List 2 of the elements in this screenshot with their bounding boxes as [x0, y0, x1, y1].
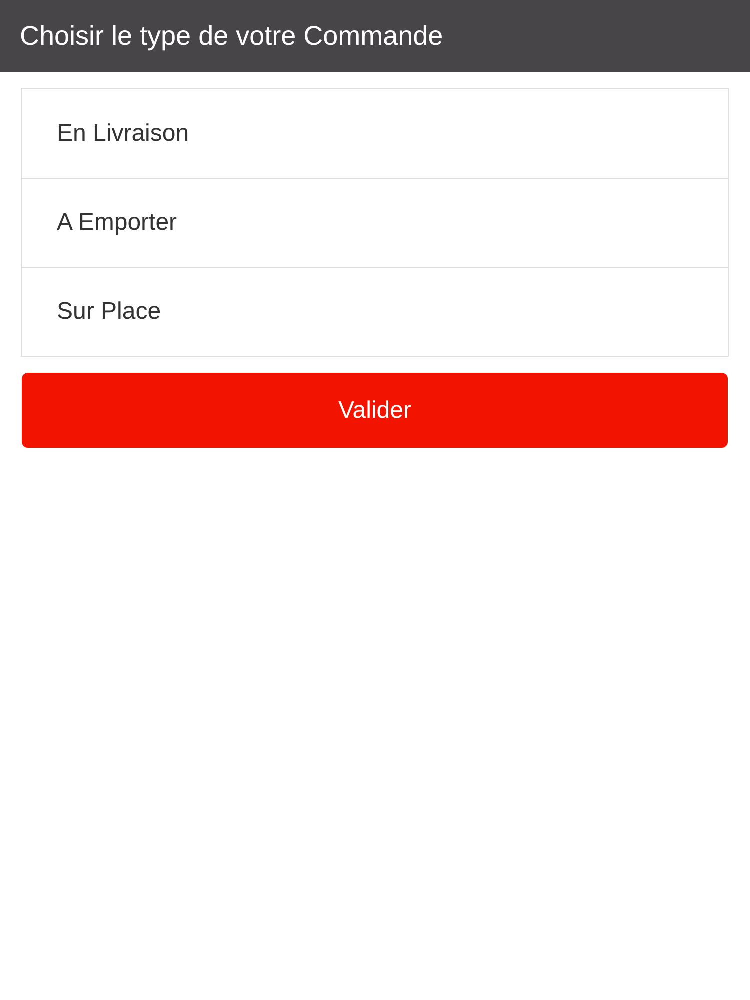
validate-button[interactable]: Valider [22, 373, 728, 448]
header-title: Choisir le type de votre Commande [20, 20, 444, 53]
